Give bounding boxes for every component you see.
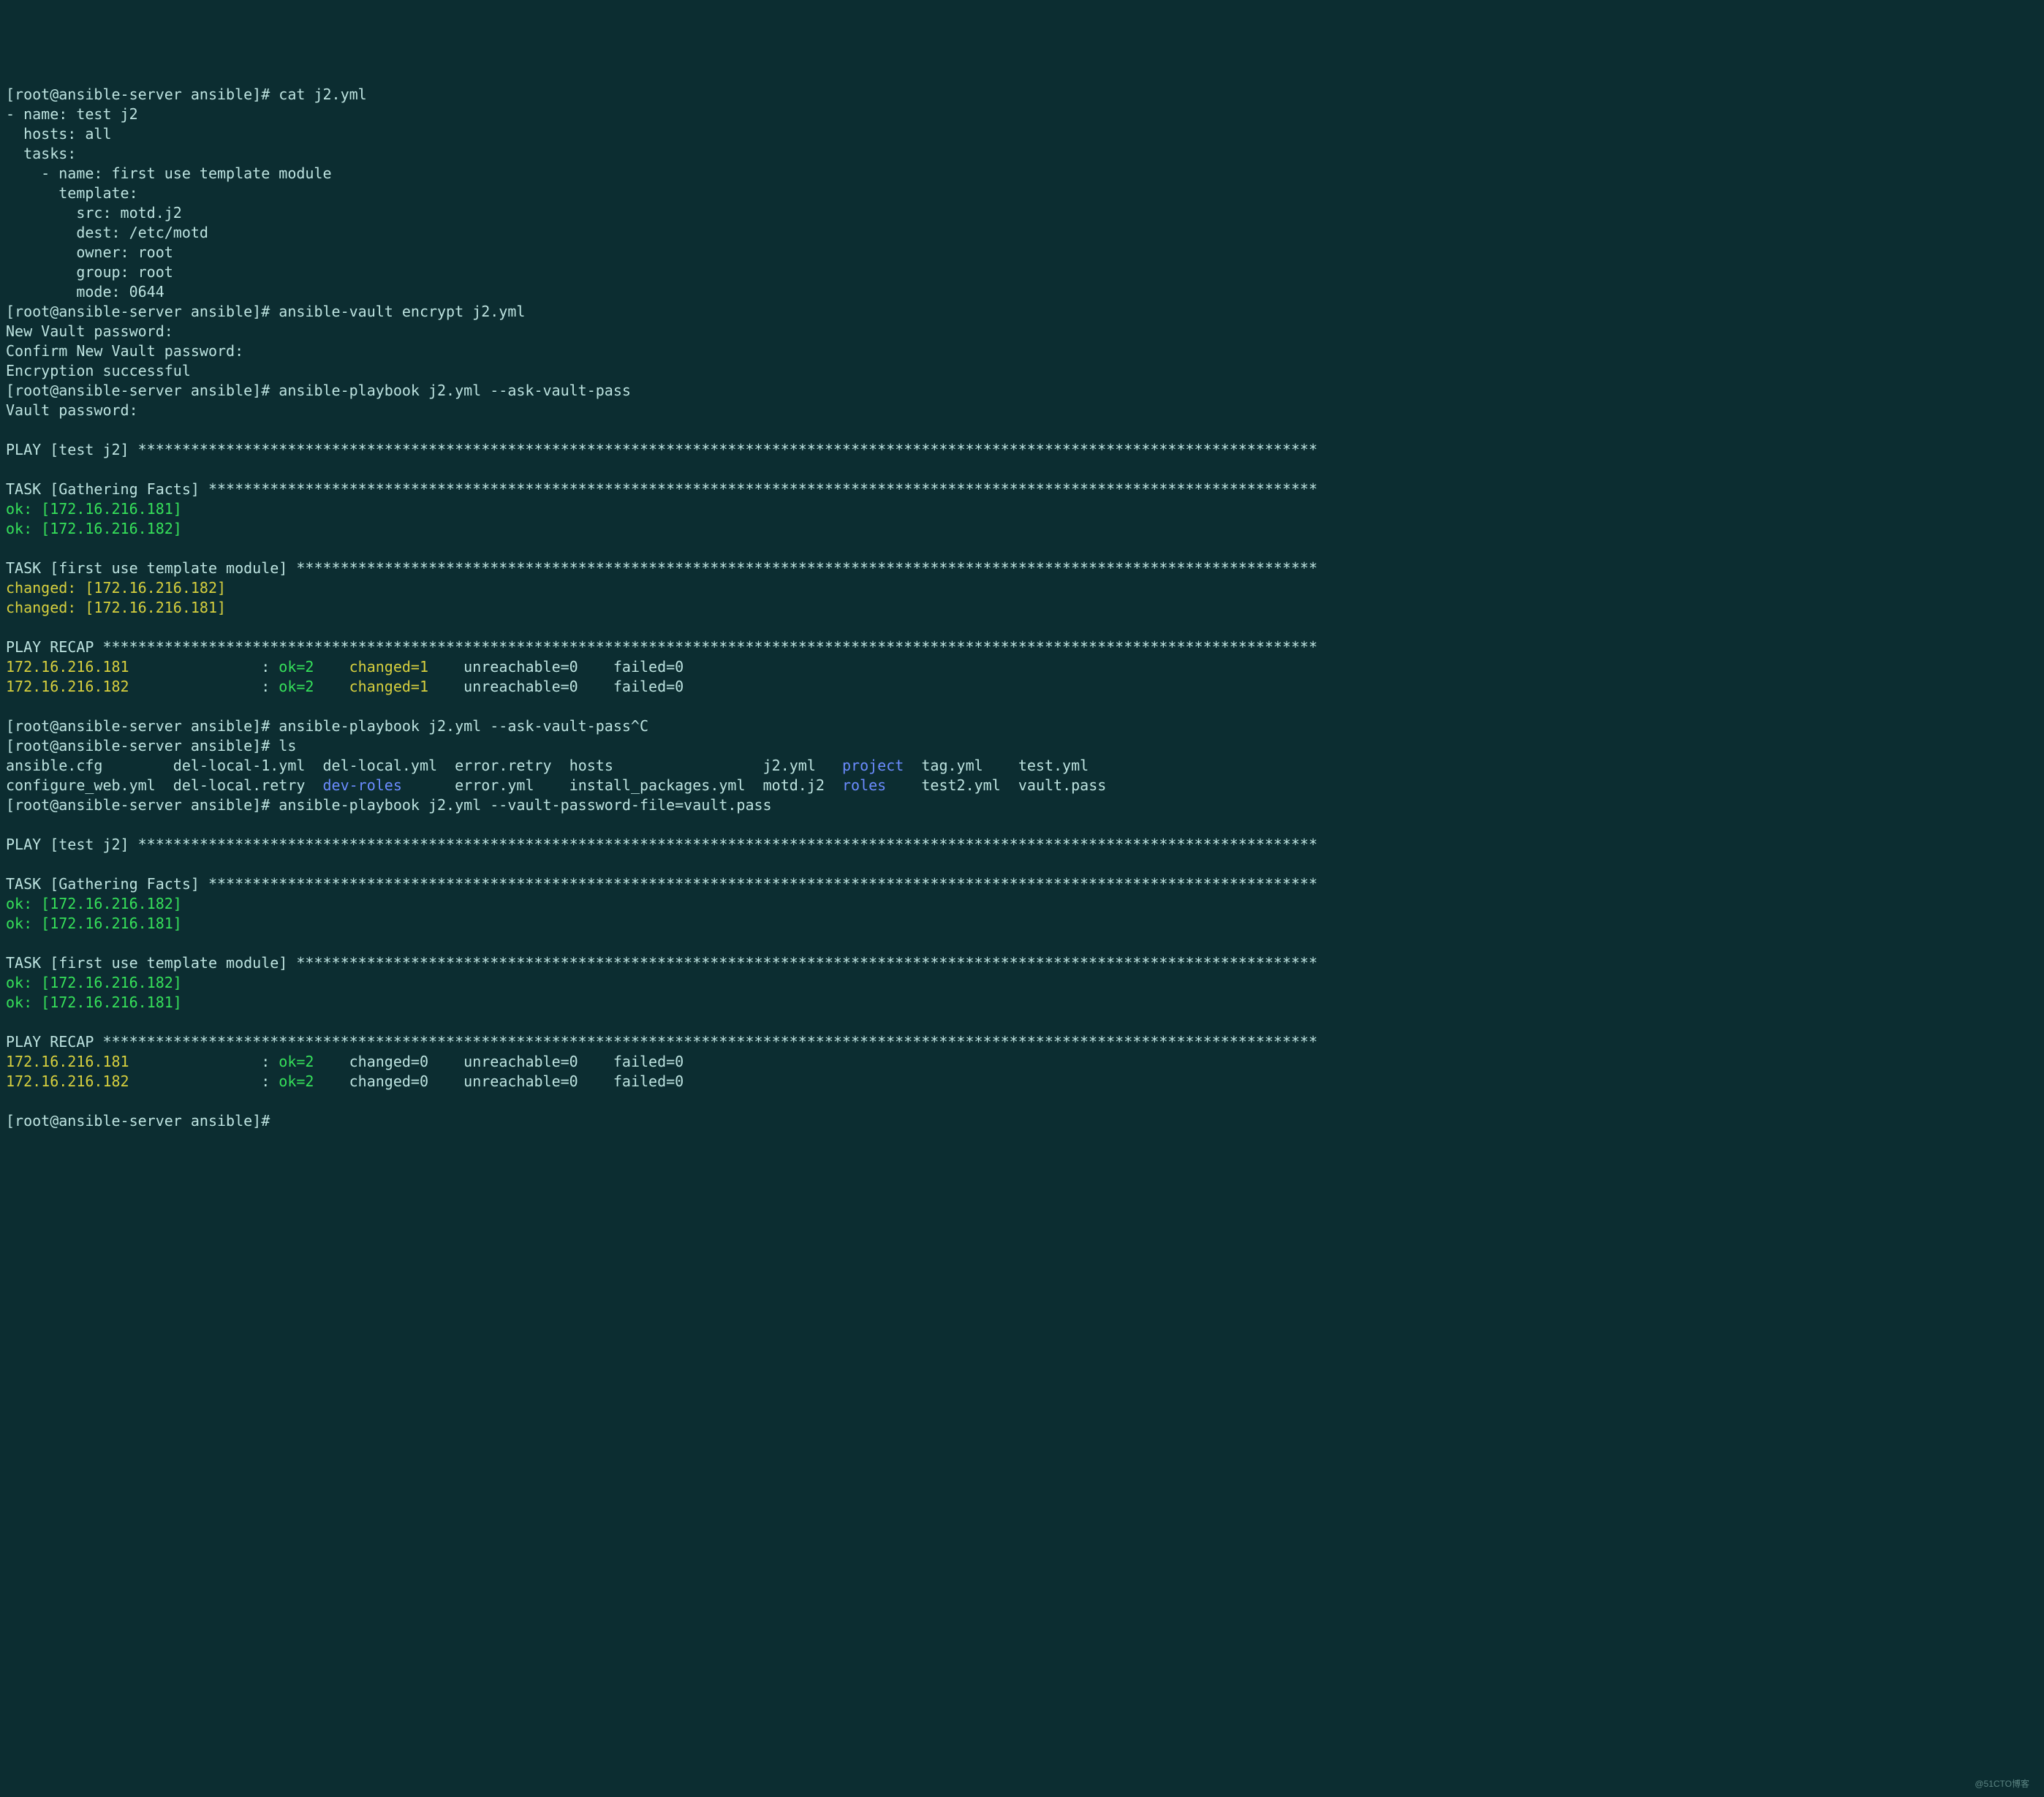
recap-ok: ok=2 [279,1053,314,1070]
ok-host: ok: [172.16.216.182] [6,895,182,912]
prompt: [root@ansible-server ansible]# [6,737,270,754]
recap-changed: changed=1 [349,678,428,695]
cmd-ls: ls [279,737,296,754]
prompt: [root@ansible-server ansible]# [6,86,270,103]
ls-entry: hosts [569,757,613,774]
ls-dir: project [842,757,904,774]
yaml-line: hosts: all [6,125,112,143]
recap-ok: ok=2 [279,658,314,676]
play-header: PLAY [test j2] [6,836,138,853]
star-divider: ****************************************… [138,836,1318,853]
yaml-line: - name: first use template module [6,164,332,182]
vault-newpw: New Vault password: [6,322,173,340]
ls-entry: error.retry [455,757,551,774]
recap-ok: ok=2 [279,1072,314,1090]
recap-changed: changed=0 [349,1053,428,1070]
recap-ok: ok=2 [279,678,314,695]
ls-entry: test2.yml [921,776,1000,794]
terminal-output: [root@ansible-server ansible]# cat j2.ym… [6,85,2038,1131]
prompt: [root@ansible-server ansible]# [6,382,270,399]
play-recap: PLAY RECAP [6,638,102,656]
yaml-line: src: motd.j2 [6,204,182,222]
recap-failed: failed=0 [613,678,684,695]
ls-entry: del-local.retry [173,776,306,794]
recap-failed: failed=0 [613,658,684,676]
changed-host: changed: [172.16.216.182] [6,579,226,597]
vault-confirm: Confirm New Vault password: [6,342,243,360]
ls-entry: motd.j2 [763,776,825,794]
cmd-vault-encrypt: ansible-vault encrypt j2.yml [279,303,525,320]
prompt: [root@ansible-server ansible]# [6,796,270,814]
star-divider: ****************************************… [138,441,1318,458]
ok-host: ok: [172.16.216.181] [6,500,182,518]
ls-entry: j2.yml [763,757,816,774]
yaml-line: dest: /etc/motd [6,224,208,241]
changed-host: changed: [172.16.216.181] [6,599,226,616]
ls-entry: error.yml [455,776,534,794]
yaml-line: group: root [6,263,173,281]
recap-unreachable: unreachable=0 [463,678,578,695]
yaml-line: tasks: [6,145,76,162]
task-gather: TASK [Gathering Facts] [6,875,208,893]
yaml-line: mode: 0644 [6,283,164,300]
recap-unreachable: unreachable=0 [463,1072,578,1090]
ls-entry: ansible.cfg [6,757,102,774]
recap-host: 172.16.216.182 [6,678,129,695]
ls-entry: del-local-1.yml [173,757,306,774]
ls-entry: del-local.yml [323,757,438,774]
recap-unreachable: unreachable=0 [463,1053,578,1070]
prompt[interactable]: [root@ansible-server ansible]# [6,1112,270,1130]
task-template: TASK [first use template module] [6,559,296,577]
ls-entry: test.yml [1018,757,1089,774]
ls-dir: dev-roles [323,776,402,794]
recap-host: 172.16.216.182 [6,1072,129,1090]
star-divider: ****************************************… [208,480,1317,498]
recap-changed: changed=0 [349,1072,428,1090]
vault-success: Encryption successful [6,362,191,379]
star-divider: ****************************************… [296,559,1317,577]
ls-entry: configure_web.yml [6,776,156,794]
cmd-playbook-ask: ansible-playbook j2.yml --ask-vault-pass [279,382,631,399]
ls-entry: tag.yml [921,757,983,774]
ls-dir: roles [842,776,886,794]
prompt: [root@ansible-server ansible]# [6,303,270,320]
recap-unreachable: unreachable=0 [463,658,578,676]
cmd-playbook-file: ansible-playbook j2.yml --vault-password… [279,796,771,814]
ok-host: ok: [172.16.216.181] [6,994,182,1011]
star-divider: ****************************************… [102,638,1317,656]
task-gather: TASK [Gathering Facts] [6,480,208,498]
ok-host: ok: [172.16.216.182] [6,974,182,991]
recap-host: 172.16.216.181 [6,658,129,676]
task-template: TASK [first use template module] [6,954,296,972]
recap-failed: failed=0 [613,1053,684,1070]
ls-entry: install_packages.yml [569,776,746,794]
play-header: PLAY [test j2] [6,441,138,458]
ok-host: ok: [172.16.216.182] [6,520,182,537]
recap-host: 172.16.216.181 [6,1053,129,1070]
cmd-cat: cat j2.yml [279,86,366,103]
yaml-line: template: [6,184,138,202]
star-divider: ****************************************… [102,1033,1317,1051]
play-recap: PLAY RECAP [6,1033,102,1051]
recap-failed: failed=0 [613,1072,684,1090]
watermark: @51CTO博客 [1975,1778,2029,1790]
yaml-line: - name: test j2 [6,105,138,123]
star-divider: ****************************************… [296,954,1317,972]
ls-entry: vault.pass [1018,776,1106,794]
star-divider: ****************************************… [208,875,1317,893]
ok-host: ok: [172.16.216.181] [6,915,182,932]
prompt: [root@ansible-server ansible]# [6,717,270,735]
recap-changed: changed=1 [349,658,428,676]
cmd-playbook-ask-cancel: ansible-playbook j2.yml --ask-vault-pass… [279,717,648,735]
yaml-line: owner: root [6,243,173,261]
vault-askpw: Vault password: [6,401,138,419]
